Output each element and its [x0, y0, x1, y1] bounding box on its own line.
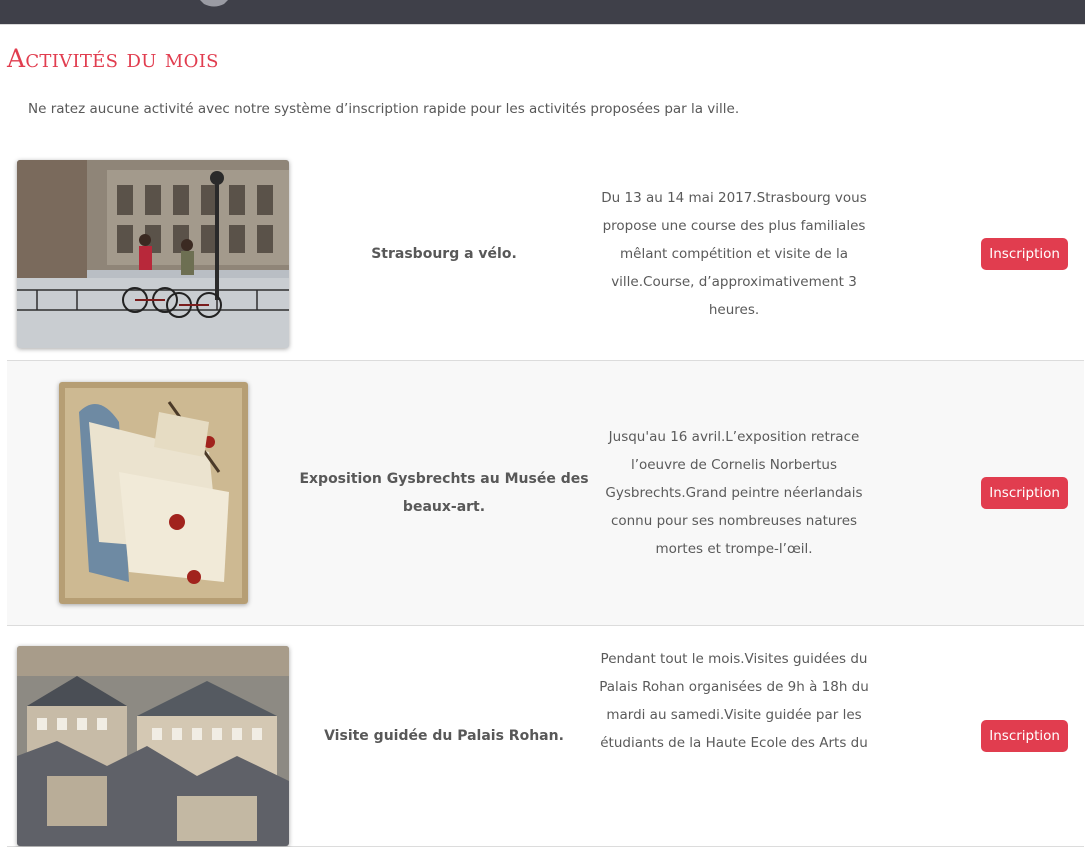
inscription-button[interactable]: Inscription	[981, 477, 1068, 509]
intro-text: Ne ratez aucune activité avec notre syst…	[28, 101, 740, 117]
activity-description: Du 13 au 14 mai 2017.Strasbourg vous pro…	[601, 189, 867, 318]
inscription-button[interactable]: Inscription	[981, 237, 1068, 270]
activity-row: Exposition Gysbrechts au Musée des beaux…	[7, 361, 1084, 626]
activity-description: Jusqu'au 16 avril.L’exposition retrace l…	[605, 429, 863, 557]
activity-name: Exposition Gysbrechts au Musée des beaux…	[299, 471, 589, 515]
page-title: Activités du mois	[7, 44, 219, 73]
inscription-button[interactable]: Inscription	[981, 720, 1068, 752]
activity-image-painting	[58, 382, 248, 604]
activity-row: Strasbourg a vélo. Du 13 au 14 mai 2017.…	[7, 147, 1084, 361]
activity-image-cyclists	[17, 159, 289, 348]
activities-list: Strasbourg a vélo. Du 13 au 14 mai 2017.…	[7, 147, 1084, 847]
activity-row: Visite guidée du Palais Rohan. Pendant t…	[7, 626, 1084, 847]
activity-name: Visite guidée du Palais Rohan.	[324, 728, 564, 744]
activity-description: Pendant tout le mois.Visites guidées du …	[599, 651, 869, 751]
logo-shield-icon	[200, 0, 228, 7]
top-navbar	[0, 0, 1085, 25]
activity-image-palace	[17, 646, 289, 846]
activity-name: Strasbourg a vélo.	[371, 245, 517, 262]
